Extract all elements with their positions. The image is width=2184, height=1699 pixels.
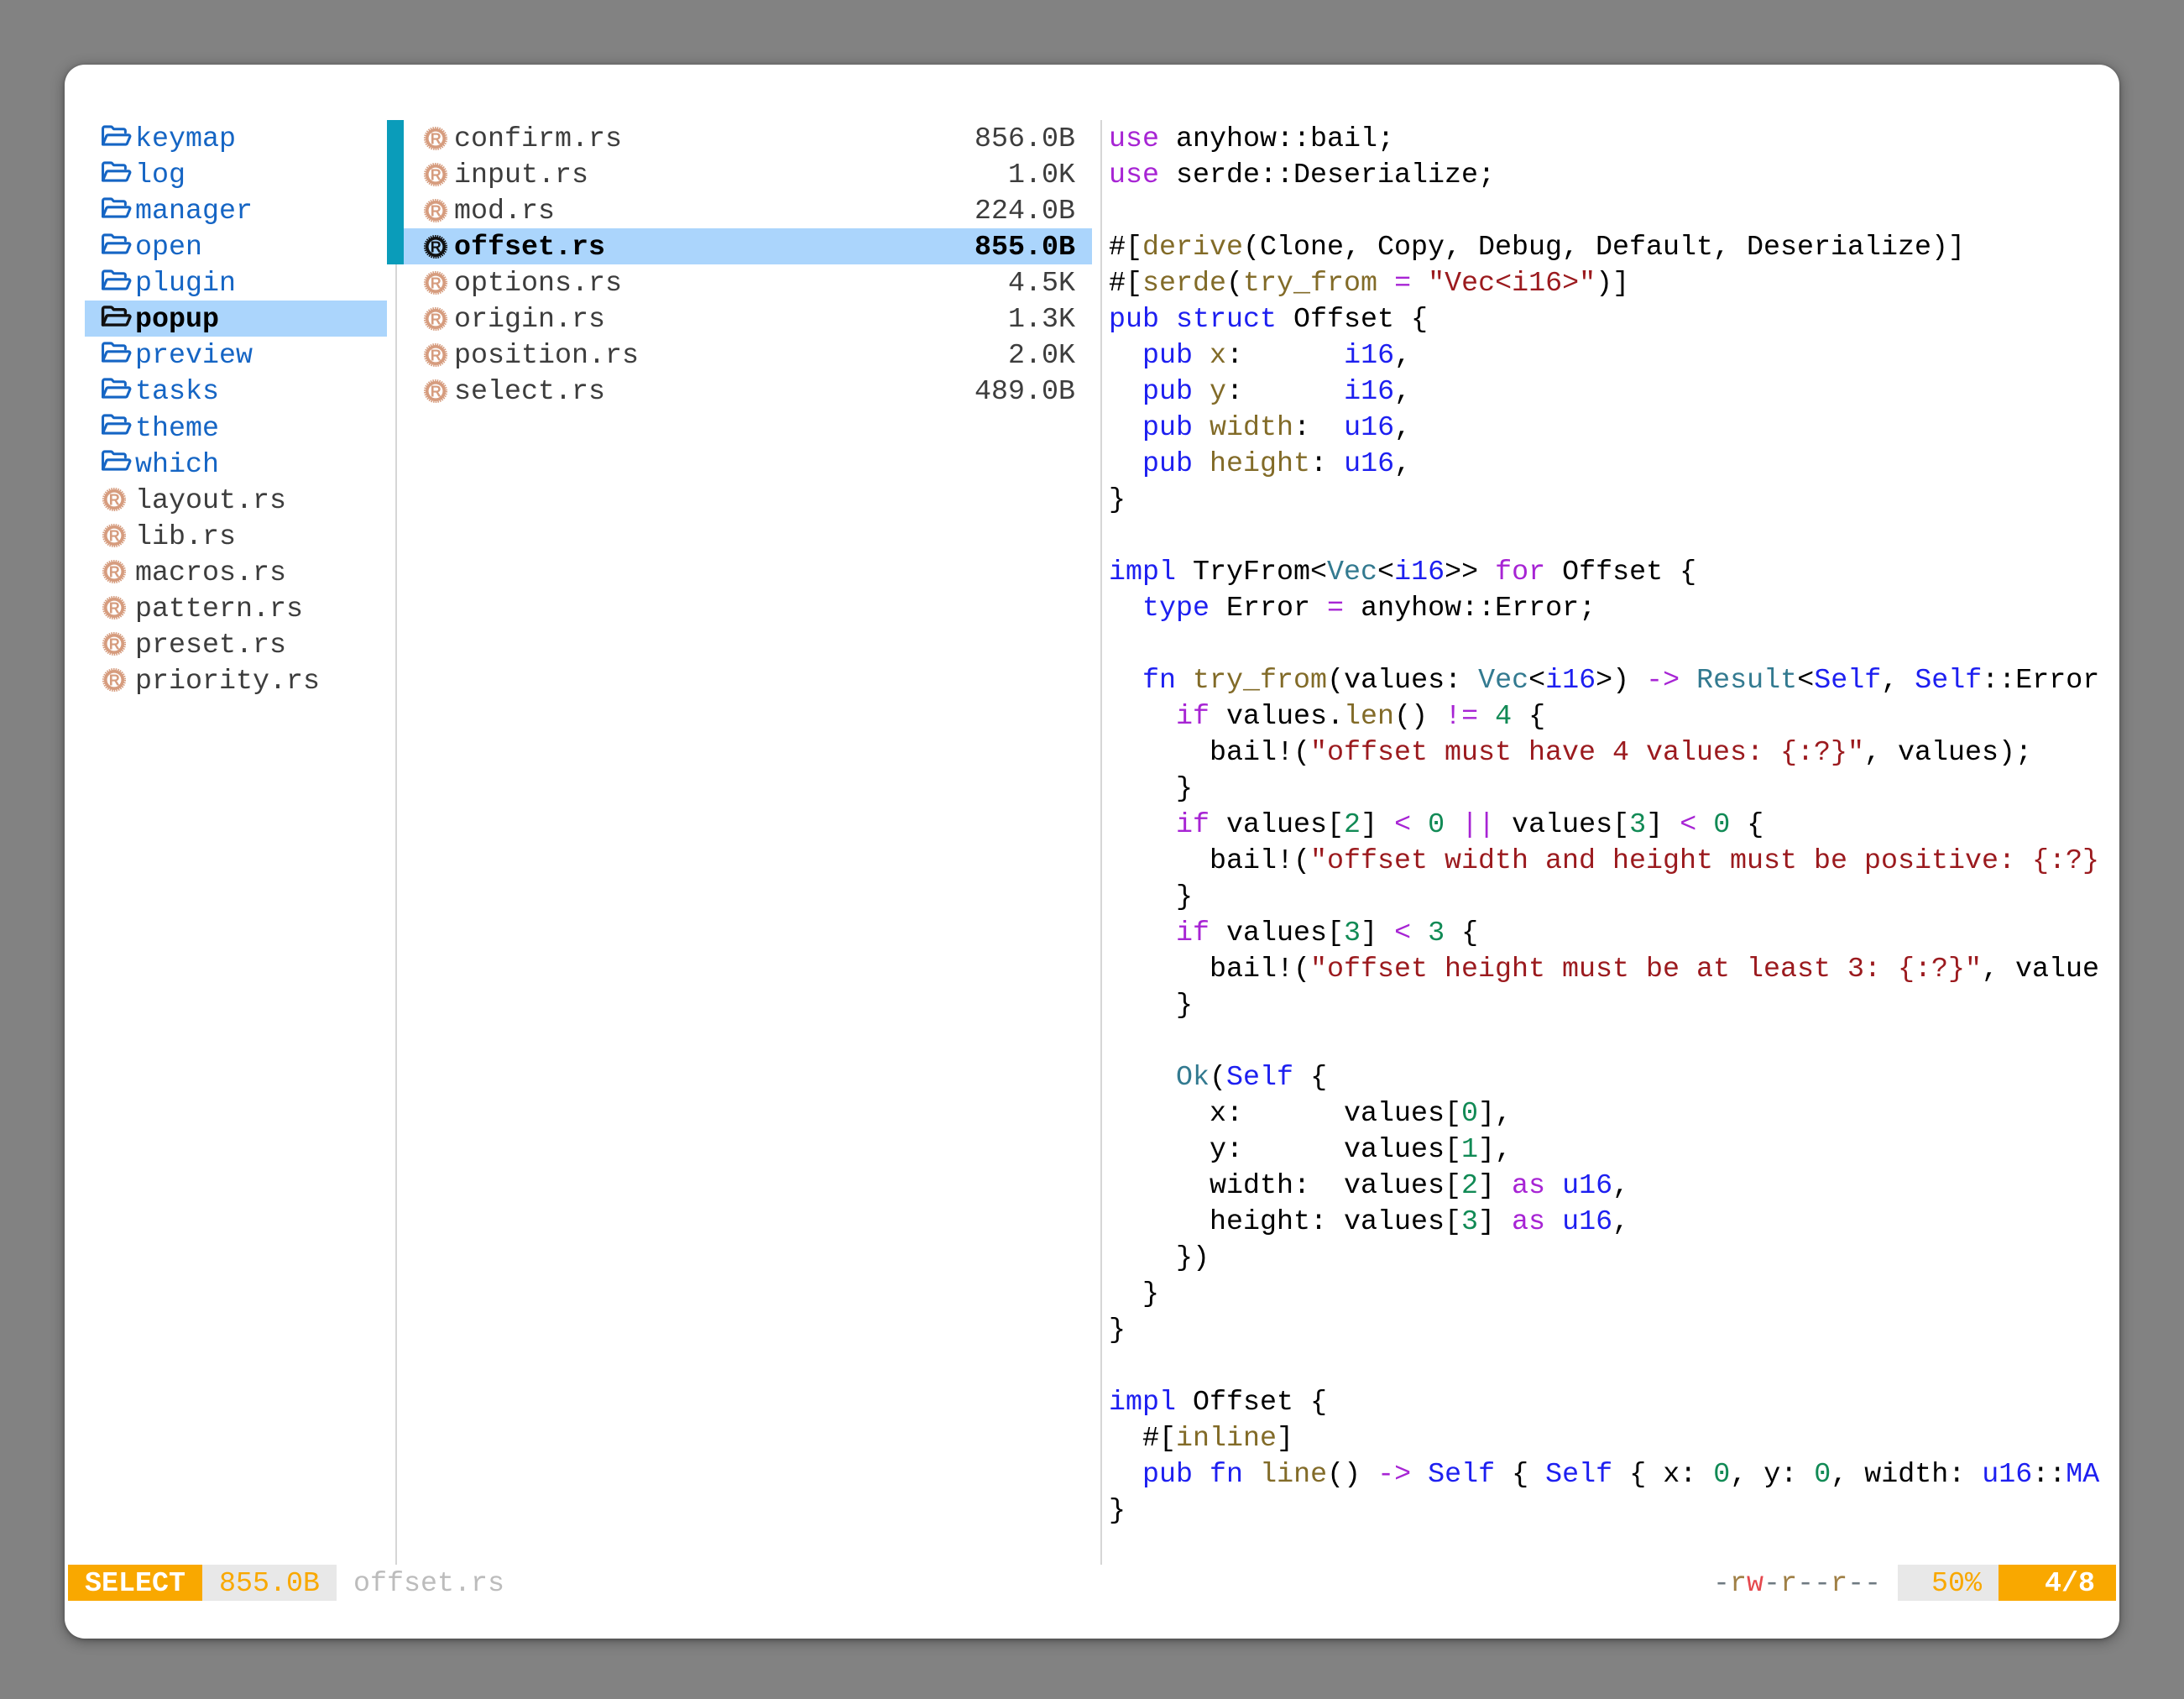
svg-text:R: R	[431, 274, 442, 291]
svg-text:R: R	[109, 672, 120, 688]
svg-text:R: R	[431, 202, 442, 219]
svg-text:R: R	[109, 527, 120, 544]
svg-text:R: R	[109, 599, 120, 616]
svg-text:R: R	[109, 491, 120, 508]
svg-text:R: R	[431, 130, 442, 147]
svg-text:R: R	[431, 166, 442, 183]
svg-text:R: R	[109, 563, 120, 580]
svg-text:R: R	[431, 238, 442, 255]
svg-text:R: R	[431, 311, 442, 327]
svg-text:R: R	[431, 347, 442, 363]
svg-text:R: R	[109, 635, 120, 652]
svg-text:R: R	[431, 383, 442, 400]
